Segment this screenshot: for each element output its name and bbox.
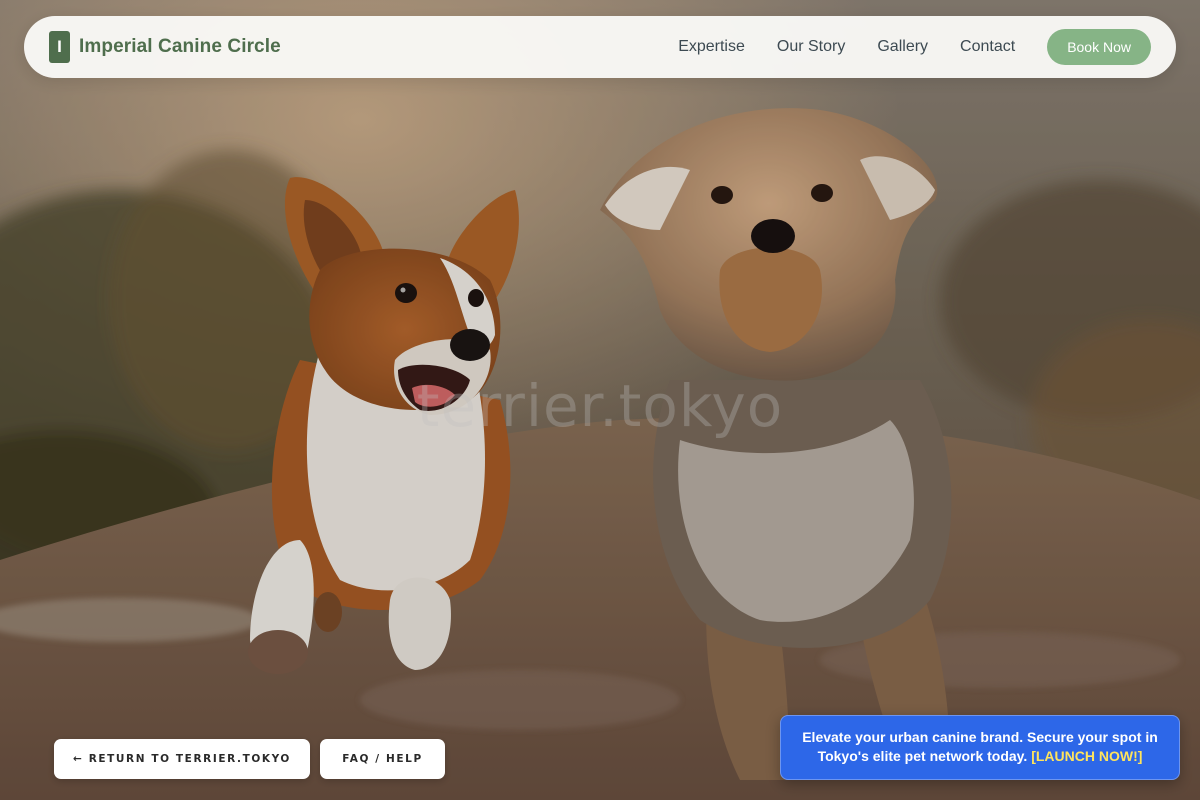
nav-link-contact[interactable]: Contact xyxy=(960,38,1015,56)
promo-banner[interactable]: Elevate your urban canine brand. Secure … xyxy=(780,715,1180,780)
brand-mark-icon: I xyxy=(49,31,70,63)
nav-link-gallery[interactable]: Gallery xyxy=(877,38,928,56)
main-nav: Expertise Our Story Gallery Contact Book… xyxy=(678,29,1151,65)
faq-help-button[interactable]: FAQ / HELP xyxy=(320,739,445,779)
site-header: I Imperial Canine Circle Expertise Our S… xyxy=(24,16,1176,78)
nav-link-our-story[interactable]: Our Story xyxy=(777,38,845,56)
brand-name: Imperial Canine Circle xyxy=(79,36,281,57)
brand-logo[interactable]: I Imperial Canine Circle xyxy=(49,31,281,63)
book-now-button[interactable]: Book Now xyxy=(1047,29,1151,65)
nav-link-expertise[interactable]: Expertise xyxy=(678,38,745,56)
promo-launch-link[interactable]: [LAUNCH NOW!] xyxy=(1031,748,1142,764)
site-watermark: terrier.tokyo xyxy=(416,372,784,440)
return-to-site-button[interactable]: ← RETURN TO TERRIER.TOKYO xyxy=(54,739,310,779)
